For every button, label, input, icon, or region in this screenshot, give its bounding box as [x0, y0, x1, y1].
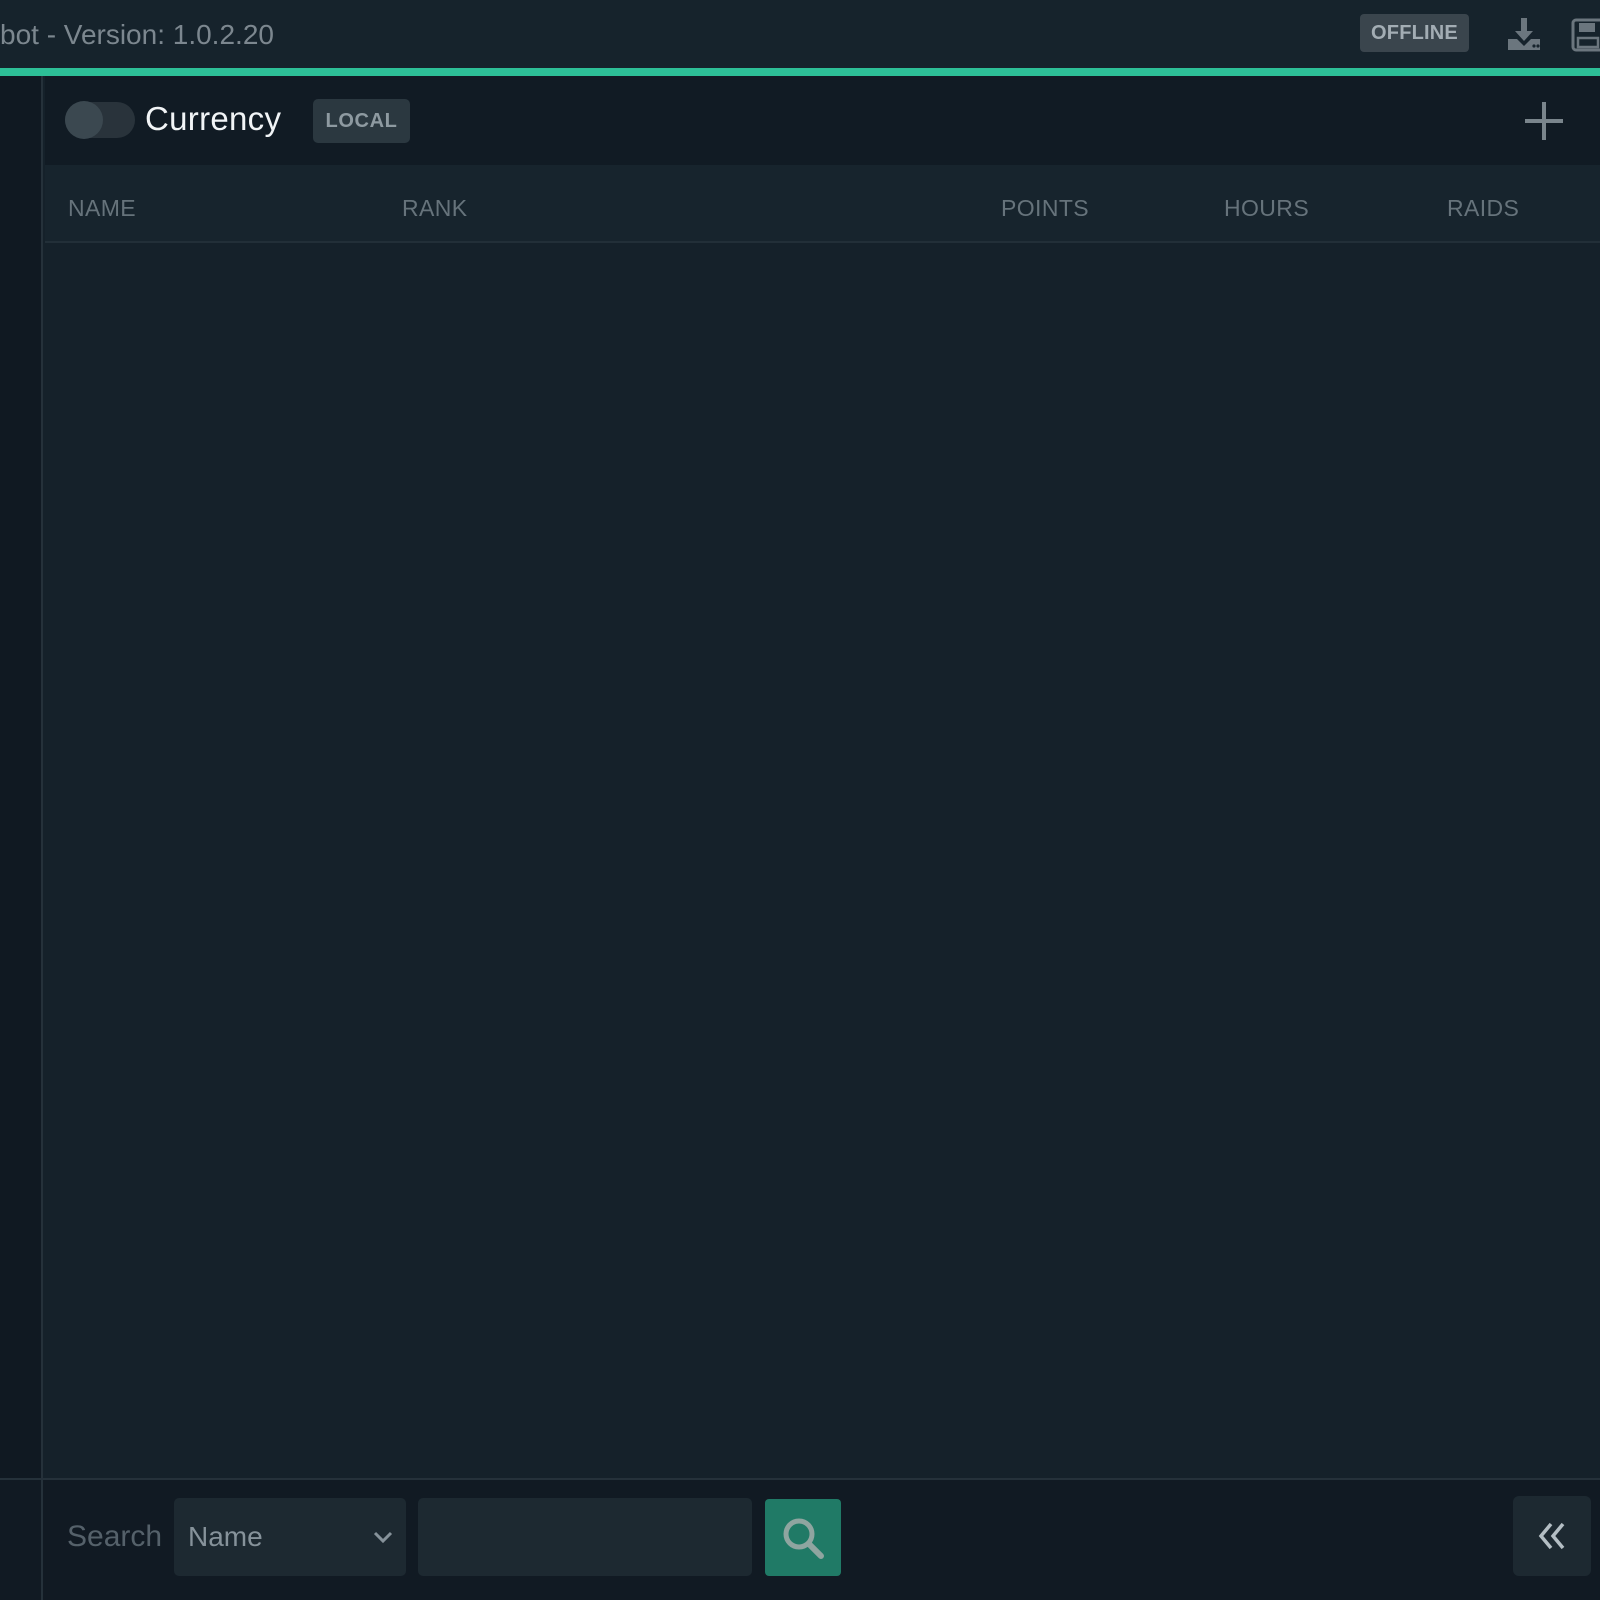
column-header-hours[interactable]: HOURS: [1224, 195, 1309, 222]
add-button[interactable]: [1521, 98, 1567, 144]
column-header-rank[interactable]: RANK: [402, 195, 468, 222]
column-header-raids[interactable]: RAIDS: [1447, 195, 1519, 222]
enable-toggle[interactable]: [65, 101, 135, 139]
column-header-name[interactable]: NAME: [68, 195, 136, 222]
left-sidebar-rail: [0, 76, 43, 1600]
table-header: NAME RANK POINTS HOURS RAIDS: [45, 165, 1600, 243]
collapse-button[interactable]: [1513, 1496, 1591, 1576]
plus-icon: [1525, 102, 1563, 140]
connection-status-badge: OFFLINE: [1360, 14, 1469, 52]
search-input[interactable]: [418, 1498, 752, 1576]
search-field-select[interactable]: Name: [174, 1498, 406, 1576]
toggle-knob: [65, 101, 103, 139]
app-window: bot - Version: 1.0.2.20 OFFLINE Currency: [0, 0, 1600, 1600]
footer-search-bar: Search Name: [0, 1478, 1600, 1600]
download-icon[interactable]: [1502, 12, 1546, 56]
column-header-points[interactable]: POINTS: [1001, 195, 1089, 222]
table-body: [45, 245, 1600, 1478]
chevron-down-icon: [370, 1524, 396, 1550]
app-title: bot - Version: 1.0.2.20: [0, 19, 274, 50]
double-chevron-left-icon: [1538, 1522, 1565, 1550]
accent-line: [0, 68, 1600, 76]
panel-header: Currency LOCAL: [45, 76, 1600, 165]
search-label: Search: [67, 1520, 163, 1553]
footer-rail: [0, 1480, 43, 1600]
save-icon[interactable]: [1568, 12, 1600, 56]
search-icon: [783, 1518, 824, 1559]
title-bar: bot - Version: 1.0.2.20 OFFLINE: [0, 0, 1600, 68]
scope-badge: LOCAL: [313, 99, 410, 143]
panel-title: Currency: [145, 100, 282, 137]
search-field-selected-value: Name: [188, 1521, 263, 1552]
search-button[interactable]: [765, 1499, 841, 1576]
